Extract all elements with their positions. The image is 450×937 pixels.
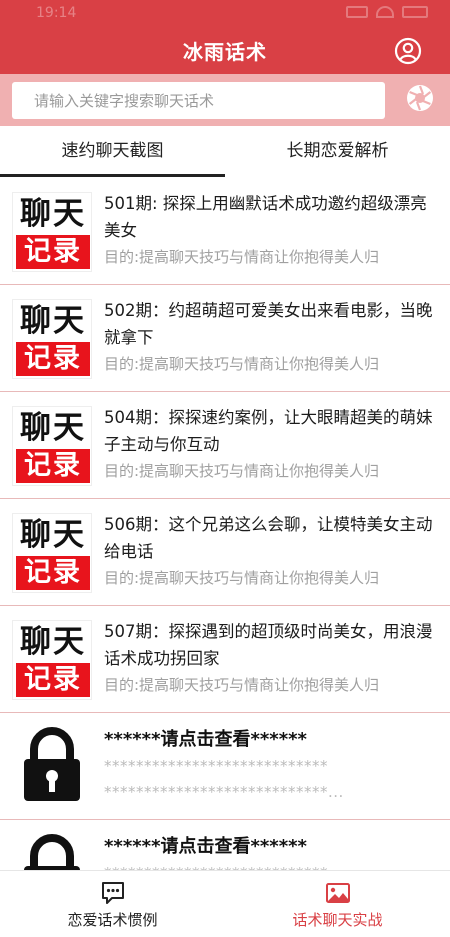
thumbnail-text-bottom: 记录 [16,663,90,697]
list-item[interactable]: 聊天 记录 501期: 探探上用幽默话术成功邀约超级漂亮美女 目的:提高聊天技巧… [0,178,450,285]
signal-icon [346,6,368,18]
chat-record-thumbnail: 聊天 记录 [12,620,92,700]
chat-record-thumbnail: 聊天 记录 [12,513,92,593]
list-item[interactable]: 聊天 记录 504期：探探速约案例，让大眼睛超美的萌妹子主动与你互动 目的:提高… [0,392,450,499]
item-subtitle: 目的:提高聊天技巧与情商让你抱得美人归 [104,355,380,373]
item-title: 504期：探探速约案例，让大眼睛超美的萌妹子主动与你互动 [104,408,433,454]
thumbnail-text-bottom: 记录 [16,449,90,483]
item-subtitle: 目的:提高聊天技巧与情商让你抱得美人归 [104,569,380,587]
tab-label: 速约聊天截图 [61,141,164,161]
item-subtitle: 目的:提高聊天技巧与情商让你抱得美人归 [104,248,380,266]
nav-tab-dating-scripts[interactable]: 恋爱话术惯例 [0,871,225,937]
thumbnail-text-top: 聊天 [20,410,86,446]
item-title: 507期：探探遇到的超顶级时尚美女，用浪漫话术成功拐回家 [104,622,433,668]
image-icon [325,881,351,905]
thumbnail-text-top: 聊天 [20,303,86,339]
item-subtitle: 目的:提高聊天技巧与情商让你抱得美人归 [104,676,380,694]
nav-label: 话术聊天实战 [292,911,383,929]
page-title: 冰雨话术 [183,40,267,64]
camera-aperture-icon[interactable] [406,84,434,112]
locked-title: ******请点击查看****** [104,729,307,750]
locked-title: ******请点击查看****** [104,836,307,857]
item-title: 506期：这个兄弟这么会聊，让模特美女主动给电话 [104,515,433,561]
search-bar [0,74,450,126]
thumbnail-text-top: 聊天 [20,517,86,553]
battery-icon [402,6,428,18]
tab-label: 长期恋爱解析 [286,141,389,161]
tab-quick-date-screenshots[interactable]: 速约聊天截图 [0,126,225,178]
article-list: 聊天 记录 501期: 探探上用幽默话术成功邀约超级漂亮美女 目的:提高聊天技巧… [0,178,450,870]
lock-icon [20,834,84,870]
thumbnail-text-top: 聊天 [20,196,86,232]
thumbnail-text-bottom: 记录 [16,342,90,376]
locked-list-item[interactable]: ******请点击查看****** **********************… [0,713,450,820]
user-circle-icon[interactable] [394,37,422,65]
bottom-nav: 恋爱话术惯例 话术聊天实战 [0,870,450,937]
chat-record-thumbnail: 聊天 记录 [12,406,92,486]
item-title: 501期: 探探上用幽默话术成功邀约超级漂亮美女 [104,194,427,240]
app-header: 19:14 冰雨话术 [0,0,450,74]
thumbnail-text-bottom: 记录 [16,556,90,590]
list-item[interactable]: 聊天 记录 502期：约超萌超可爱美女出来看电影，当晚就拿下 目的:提高聊天技巧… [0,285,450,392]
nav-label: 恋爱话术惯例 [67,911,158,929]
search-input[interactable] [12,82,385,119]
tab-bar: 速约聊天截图 长期恋爱解析 [0,126,450,178]
tab-active-indicator [0,174,225,177]
item-title: 502期：约超萌超可爱美女出来看电影，当晚就拿下 [104,301,433,347]
nav-tab-chat-practice[interactable]: 话术聊天实战 [225,871,450,937]
tab-long-term-analysis[interactable]: 长期恋爱解析 [225,126,450,178]
masked-text: **************************** [104,757,328,775]
thumbnail-text-bottom: 记录 [16,235,90,269]
chat-record-thumbnail: 聊天 记录 [12,299,92,379]
status-bar: 19:14 [0,0,450,26]
chat-record-thumbnail: 聊天 记录 [12,192,92,272]
lock-icon [20,727,84,803]
item-subtitle: 目的:提高聊天技巧与情商让你抱得美人归 [104,462,380,480]
masked-text: ****************************... [104,783,344,801]
status-time: 19:14 [36,5,77,21]
thumbnail-text-top: 聊天 [20,624,86,660]
wifi-icon [376,6,394,18]
chat-bubble-icon [100,881,126,905]
list-item[interactable]: 聊天 记录 506期：这个兄弟这么会聊，让模特美女主动给电话 目的:提高聊天技巧… [0,499,450,606]
locked-list-item[interactable]: ******请点击查看****** **********************… [0,820,450,870]
list-item[interactable]: 聊天 记录 507期：探探遇到的超顶级时尚美女，用浪漫话术成功拐回家 目的:提高… [0,606,450,713]
status-icons [346,6,428,20]
